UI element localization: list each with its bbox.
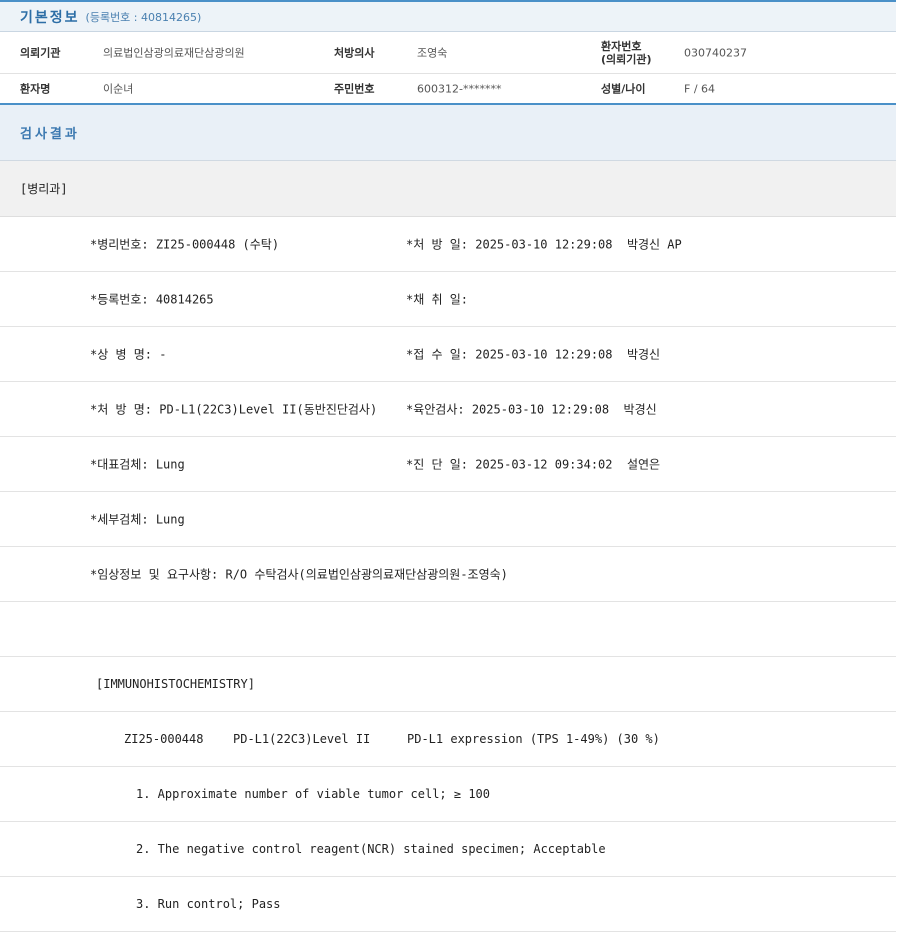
result-line: [IMMUNOHISTOCHEMISTRY] <box>0 657 896 712</box>
info-row-patient: 환자명 이순녀 주민번호 600312-******* 성별/나이 F / 64 <box>0 74 896 105</box>
patient-number-label: 환자번호 (의뢰기관) <box>601 40 652 66</box>
result-line: *처 방 명: PD-L1(22C3)Level II(동반진단검사) *육안검… <box>0 382 896 437</box>
main-specimen: *대표검체: Lung <box>90 457 185 472</box>
info-row-institution: 의뢰기관 의료법인삼광의료재단삼광의원 처방의사 조영숙 환자번호 (의뢰기관)… <box>0 32 896 74</box>
doctor-value: 조영숙 <box>417 46 448 59</box>
result-line: *상 병 명: - *접 수 일: 2025-03-10 12:29:08 박경… <box>0 327 896 382</box>
patient-number-label-line1: 환자번호 <box>601 39 642 53</box>
result-line: ZI25-000448 PD-L1(22C3)Level II PD-L1 ex… <box>0 712 896 767</box>
order-name: *처 방 명: PD-L1(22C3)Level II(동반진단검사) <box>90 402 378 417</box>
result-line: 3. Run control; Pass <box>0 877 896 932</box>
blank-line <box>0 602 896 657</box>
patient-name-value: 이순녀 <box>103 82 134 95</box>
clinical-info: *임상정보 및 요구사항: R/O 수탁검사(의료법인삼광의료재단삼광의원-조영… <box>90 567 508 582</box>
department-row: [병리과] <box>0 161 896 217</box>
result-line: *임상정보 및 요구사항: R/O 수탁검사(의료법인삼광의료재단삼광의원-조영… <box>0 547 896 602</box>
basic-info-title: 기본정보 <box>20 9 80 26</box>
receipt-date: *접 수 일: 2025-03-10 12:29:08 박경신 <box>406 347 661 362</box>
result-line: 1. Approximate number of viable tumor ce… <box>0 767 896 822</box>
gross-exam: *육안검사: 2025-03-10 12:29:08 박경신 <box>406 402 657 417</box>
result-line: *등록번호: 40814265 *채 취 일: <box>0 272 896 327</box>
registration-number: (등록번호 : 40814265) <box>85 10 202 24</box>
basic-info-header: 기본정보 (등록번호 : 40814265) <box>0 0 896 32</box>
order-date: *처 방 일: 2025-03-10 12:29:08 박경신 AP <box>406 237 682 252</box>
doctor-label: 처방의사 <box>334 46 375 59</box>
ihc-header: [IMMUNOHISTOCHEMISTRY] <box>96 677 255 691</box>
ihc-case-number: ZI25-000448 <box>124 732 204 746</box>
patient-number-label-line2: (의뢰기관) <box>601 52 652 66</box>
institution-label: 의뢰기관 <box>20 46 61 59</box>
department-label: [병리과] <box>20 182 68 196</box>
patient-name-label: 환자명 <box>20 82 51 95</box>
ssn-value: 600312-******* <box>417 82 502 95</box>
collection-date: *채 취 일: <box>406 292 469 307</box>
diagnosis-name: *상 병 명: - <box>90 347 167 362</box>
ihc-test-name: PD-L1(22C3)Level II <box>233 732 371 746</box>
pathology-number: *병리번호: ZI25-000448 (수탁) <box>90 237 280 252</box>
result-line: *병리번호: ZI25-000448 (수탁) *처 방 일: 2025-03-… <box>0 217 896 272</box>
results-header: 검사결과 <box>0 105 896 161</box>
result-line: *대표검체: Lung *진 단 일: 2025-03-12 09:34:02 … <box>0 437 896 492</box>
sex-age-value: F / 64 <box>684 82 716 95</box>
registration-no: *등록번호: 40814265 <box>90 292 214 307</box>
ihc-item: 3. Run control; Pass <box>136 897 281 911</box>
ihc-item: 2. The negative control reagent(NCR) sta… <box>136 842 606 856</box>
institution-value: 의료법인삼광의료재단삼광의원 <box>103 46 245 59</box>
page: 기본정보 (등록번호 : 40814265) 의뢰기관 의료법인삼광의료재단삼광… <box>0 0 896 932</box>
ihc-item: 1. Approximate number of viable tumor ce… <box>136 787 491 801</box>
result-line: 2. The negative control reagent(NCR) sta… <box>0 822 896 877</box>
results-title: 검사결과 <box>20 127 80 142</box>
ihc-result: PD-L1 expression (TPS 1-49%) (30 %) <box>407 732 660 746</box>
diagnosis-date: *진 단 일: 2025-03-12 09:34:02 설연은 <box>406 457 661 472</box>
patient-number-value: 030740237 <box>684 46 747 59</box>
sub-specimen: *세부검체: Lung <box>90 512 185 527</box>
ssn-label: 주민번호 <box>334 82 375 95</box>
sex-age-label: 성별/나이 <box>601 82 646 95</box>
result-line: *세부검체: Lung <box>0 492 896 547</box>
